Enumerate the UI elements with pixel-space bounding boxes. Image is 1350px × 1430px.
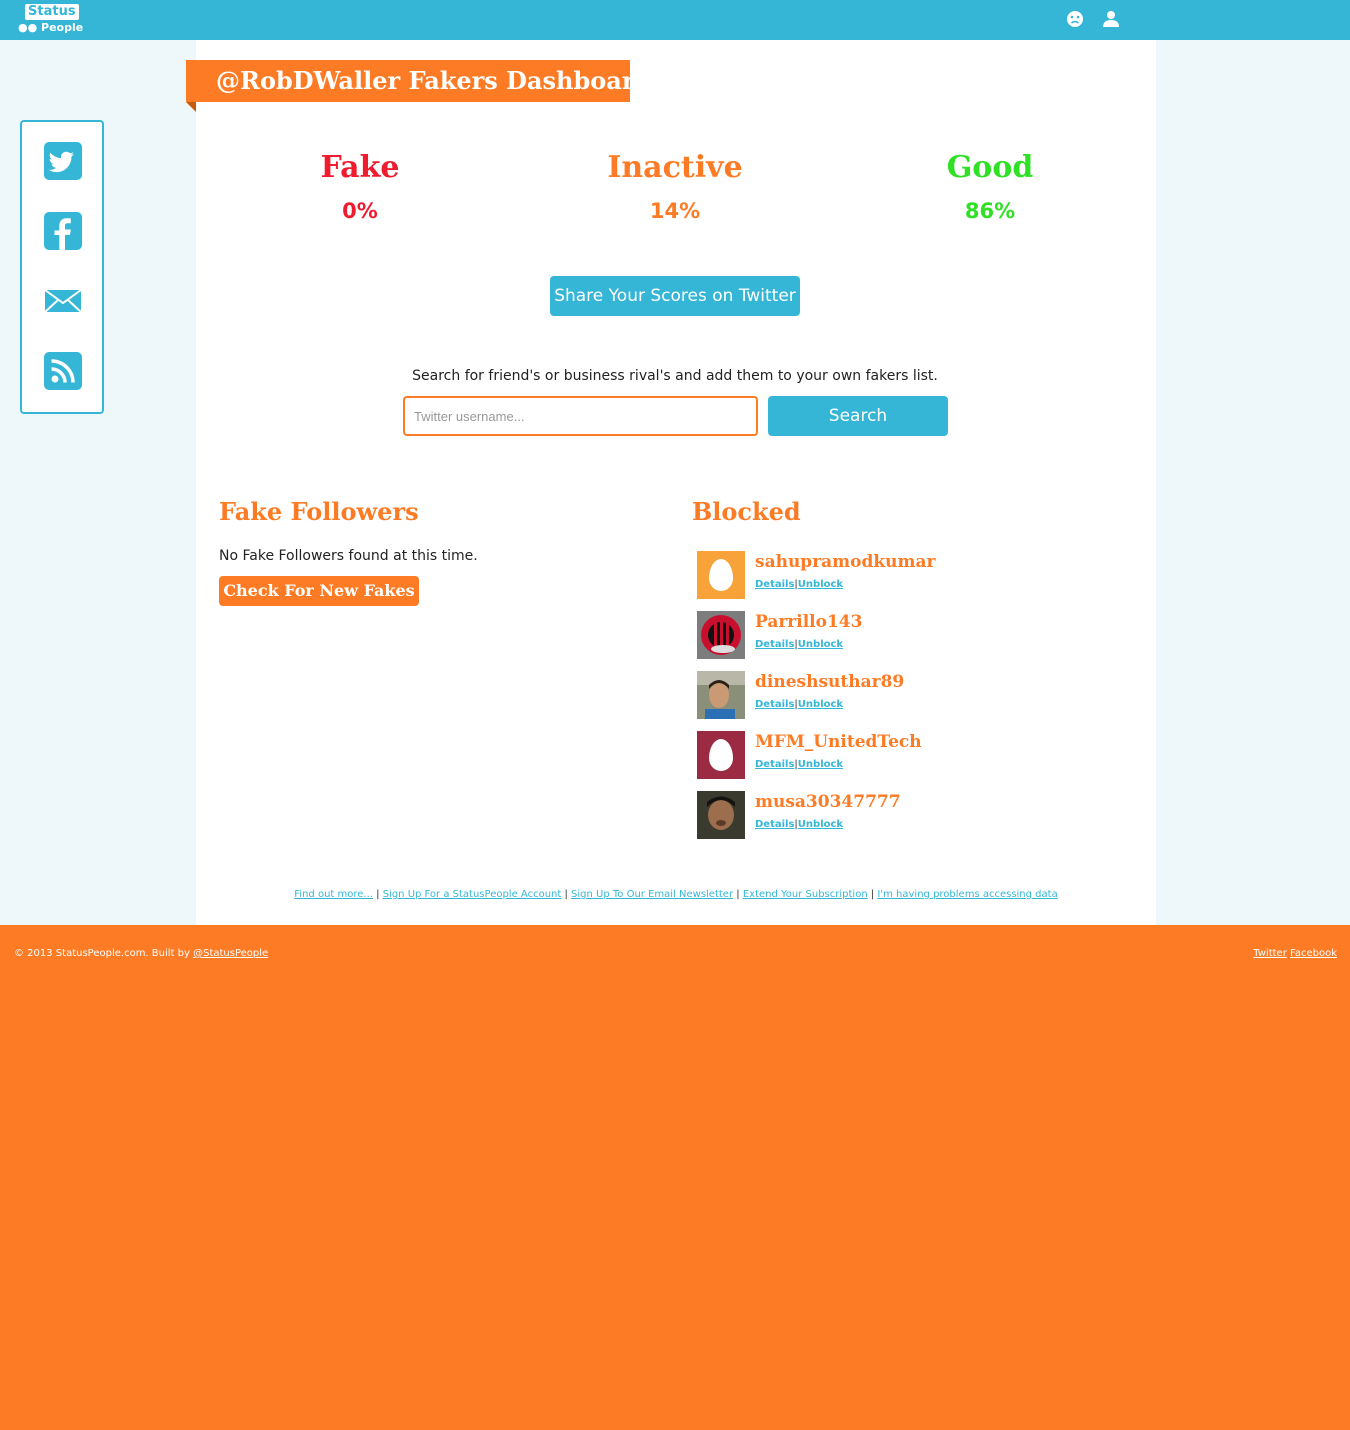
blocked-username[interactable]: Parrillo143	[755, 611, 862, 633]
details-link[interactable]: Details	[755, 819, 794, 830]
unblock-link[interactable]: Unblock	[798, 699, 843, 710]
newsletter-signup-link[interactable]: Sign Up To Our Email Newsletter	[571, 889, 733, 900]
copyright-text: © 2013 StatusPeople.com. Built by	[14, 948, 194, 959]
details-link[interactable]: Details	[755, 699, 794, 710]
extend-subscription-link[interactable]: Extend Your Subscription	[743, 889, 868, 900]
stat-inactive-label: Inactive	[607, 150, 743, 185]
blocked-item: Parrillo143 Details|Unblock	[697, 611, 1097, 659]
blocked-username[interactable]: sahupramodkumar	[755, 551, 935, 573]
logo-people-text: ●● People	[18, 21, 84, 34]
twitter-icon[interactable]	[44, 142, 82, 180]
share-scores-button[interactable]: Share Your Scores on Twitter	[550, 276, 800, 316]
statuspeople-twitter-link[interactable]: @StatusPeople	[193, 948, 268, 959]
link-separator: |	[376, 889, 380, 900]
stat-good-value: 86%	[964, 199, 1016, 223]
egg-avatar-icon	[709, 559, 733, 591]
search-prompt: Search for friend's or business rival's …	[412, 368, 938, 384]
unblock-link[interactable]: Unblock	[798, 639, 843, 650]
user-icon[interactable]	[1102, 10, 1120, 28]
blocked-item: musa30347777 Details|Unblock	[697, 791, 1097, 839]
unblock-link[interactable]: Unblock	[798, 759, 843, 770]
link-separator: |	[736, 889, 740, 900]
problems-accessing-data-link[interactable]: I'm having problems accessing data	[877, 889, 1057, 900]
stat-good-label: Good	[946, 150, 1034, 185]
link-separator: |	[870, 889, 875, 900]
details-link[interactable]: Details	[755, 579, 794, 590]
frown-face-icon[interactable]	[1066, 10, 1084, 28]
blocked-item: sahupramodkumar Details|Unblock	[697, 551, 1097, 599]
person-photo-avatar-icon	[697, 671, 745, 719]
footer-social-links: Twitter Facebook	[1253, 947, 1337, 961]
stat-inactive-value: 14%	[649, 199, 701, 223]
blocked-item: dineshsuthar89 Details|Unblock	[697, 671, 1097, 719]
egg-avatar-icon	[709, 739, 733, 771]
copyright-notice: © 2013 StatusPeople.com. Built by @Statu…	[14, 947, 268, 961]
signup-account-link[interactable]: Sign Up For a StatusPeople Account	[383, 889, 562, 900]
blocked-username[interactable]: musa30347777	[755, 791, 901, 813]
details-link[interactable]: Details	[755, 759, 794, 770]
blocked-username[interactable]: dineshsuthar89	[755, 671, 904, 693]
fake-followers-title: Fake Followers	[219, 497, 419, 526]
blocked-username[interactable]: MFM_UnitedTech	[755, 731, 922, 753]
top-navigation-bar: Status ●● People	[0, 0, 1350, 40]
person-photo-avatar-icon	[697, 791, 745, 839]
check-new-fakes-button[interactable]: Check For New Fakes	[219, 576, 419, 606]
avatar[interactable]	[697, 611, 745, 659]
unblock-link[interactable]: Unblock	[798, 579, 843, 590]
social-share-sidebar	[20, 120, 104, 414]
stat-fake-value: 0%	[342, 199, 378, 223]
dashboard-title: @RobDWaller Fakers Dashboard	[186, 60, 651, 102]
ribbon-fold	[186, 102, 196, 112]
footer-links: Find out more... | Sign Up For a StatusP…	[196, 888, 1156, 902]
avatar[interactable]	[697, 551, 745, 599]
statuspeople-logo[interactable]: Status ●● People	[18, 4, 84, 36]
unblock-link[interactable]: Unblock	[798, 819, 843, 830]
details-link[interactable]: Details	[755, 639, 794, 650]
footer-facebook-link[interactable]: Facebook	[1290, 948, 1337, 959]
stat-good: Good 86%	[870, 148, 1110, 226]
avatar[interactable]	[697, 791, 745, 839]
facebook-icon[interactable]	[44, 212, 82, 250]
search-button[interactable]: Search	[768, 396, 948, 436]
blocked-item: MFM_UnitedTech Details|Unblock	[697, 731, 1097, 779]
avatar[interactable]	[697, 671, 745, 719]
no-fakes-message: No Fake Followers found at this time.	[219, 548, 478, 564]
find-out-more-link[interactable]: Find out more...	[294, 889, 373, 900]
twitter-username-input[interactable]	[403, 396, 758, 436]
avatar[interactable]	[697, 731, 745, 779]
link-separator: |	[564, 889, 568, 900]
stat-inactive: Inactive 14%	[555, 148, 795, 226]
stat-fake: Fake 0%	[240, 148, 480, 226]
email-icon[interactable]	[44, 282, 82, 320]
logo-status-text: Status	[25, 4, 79, 20]
stat-fake-label: Fake	[320, 150, 400, 185]
club-badge-avatar-icon	[697, 611, 745, 659]
blocked-title: Blocked	[692, 497, 801, 526]
rss-icon[interactable]	[44, 352, 82, 390]
footer-twitter-link[interactable]: Twitter	[1253, 948, 1287, 959]
